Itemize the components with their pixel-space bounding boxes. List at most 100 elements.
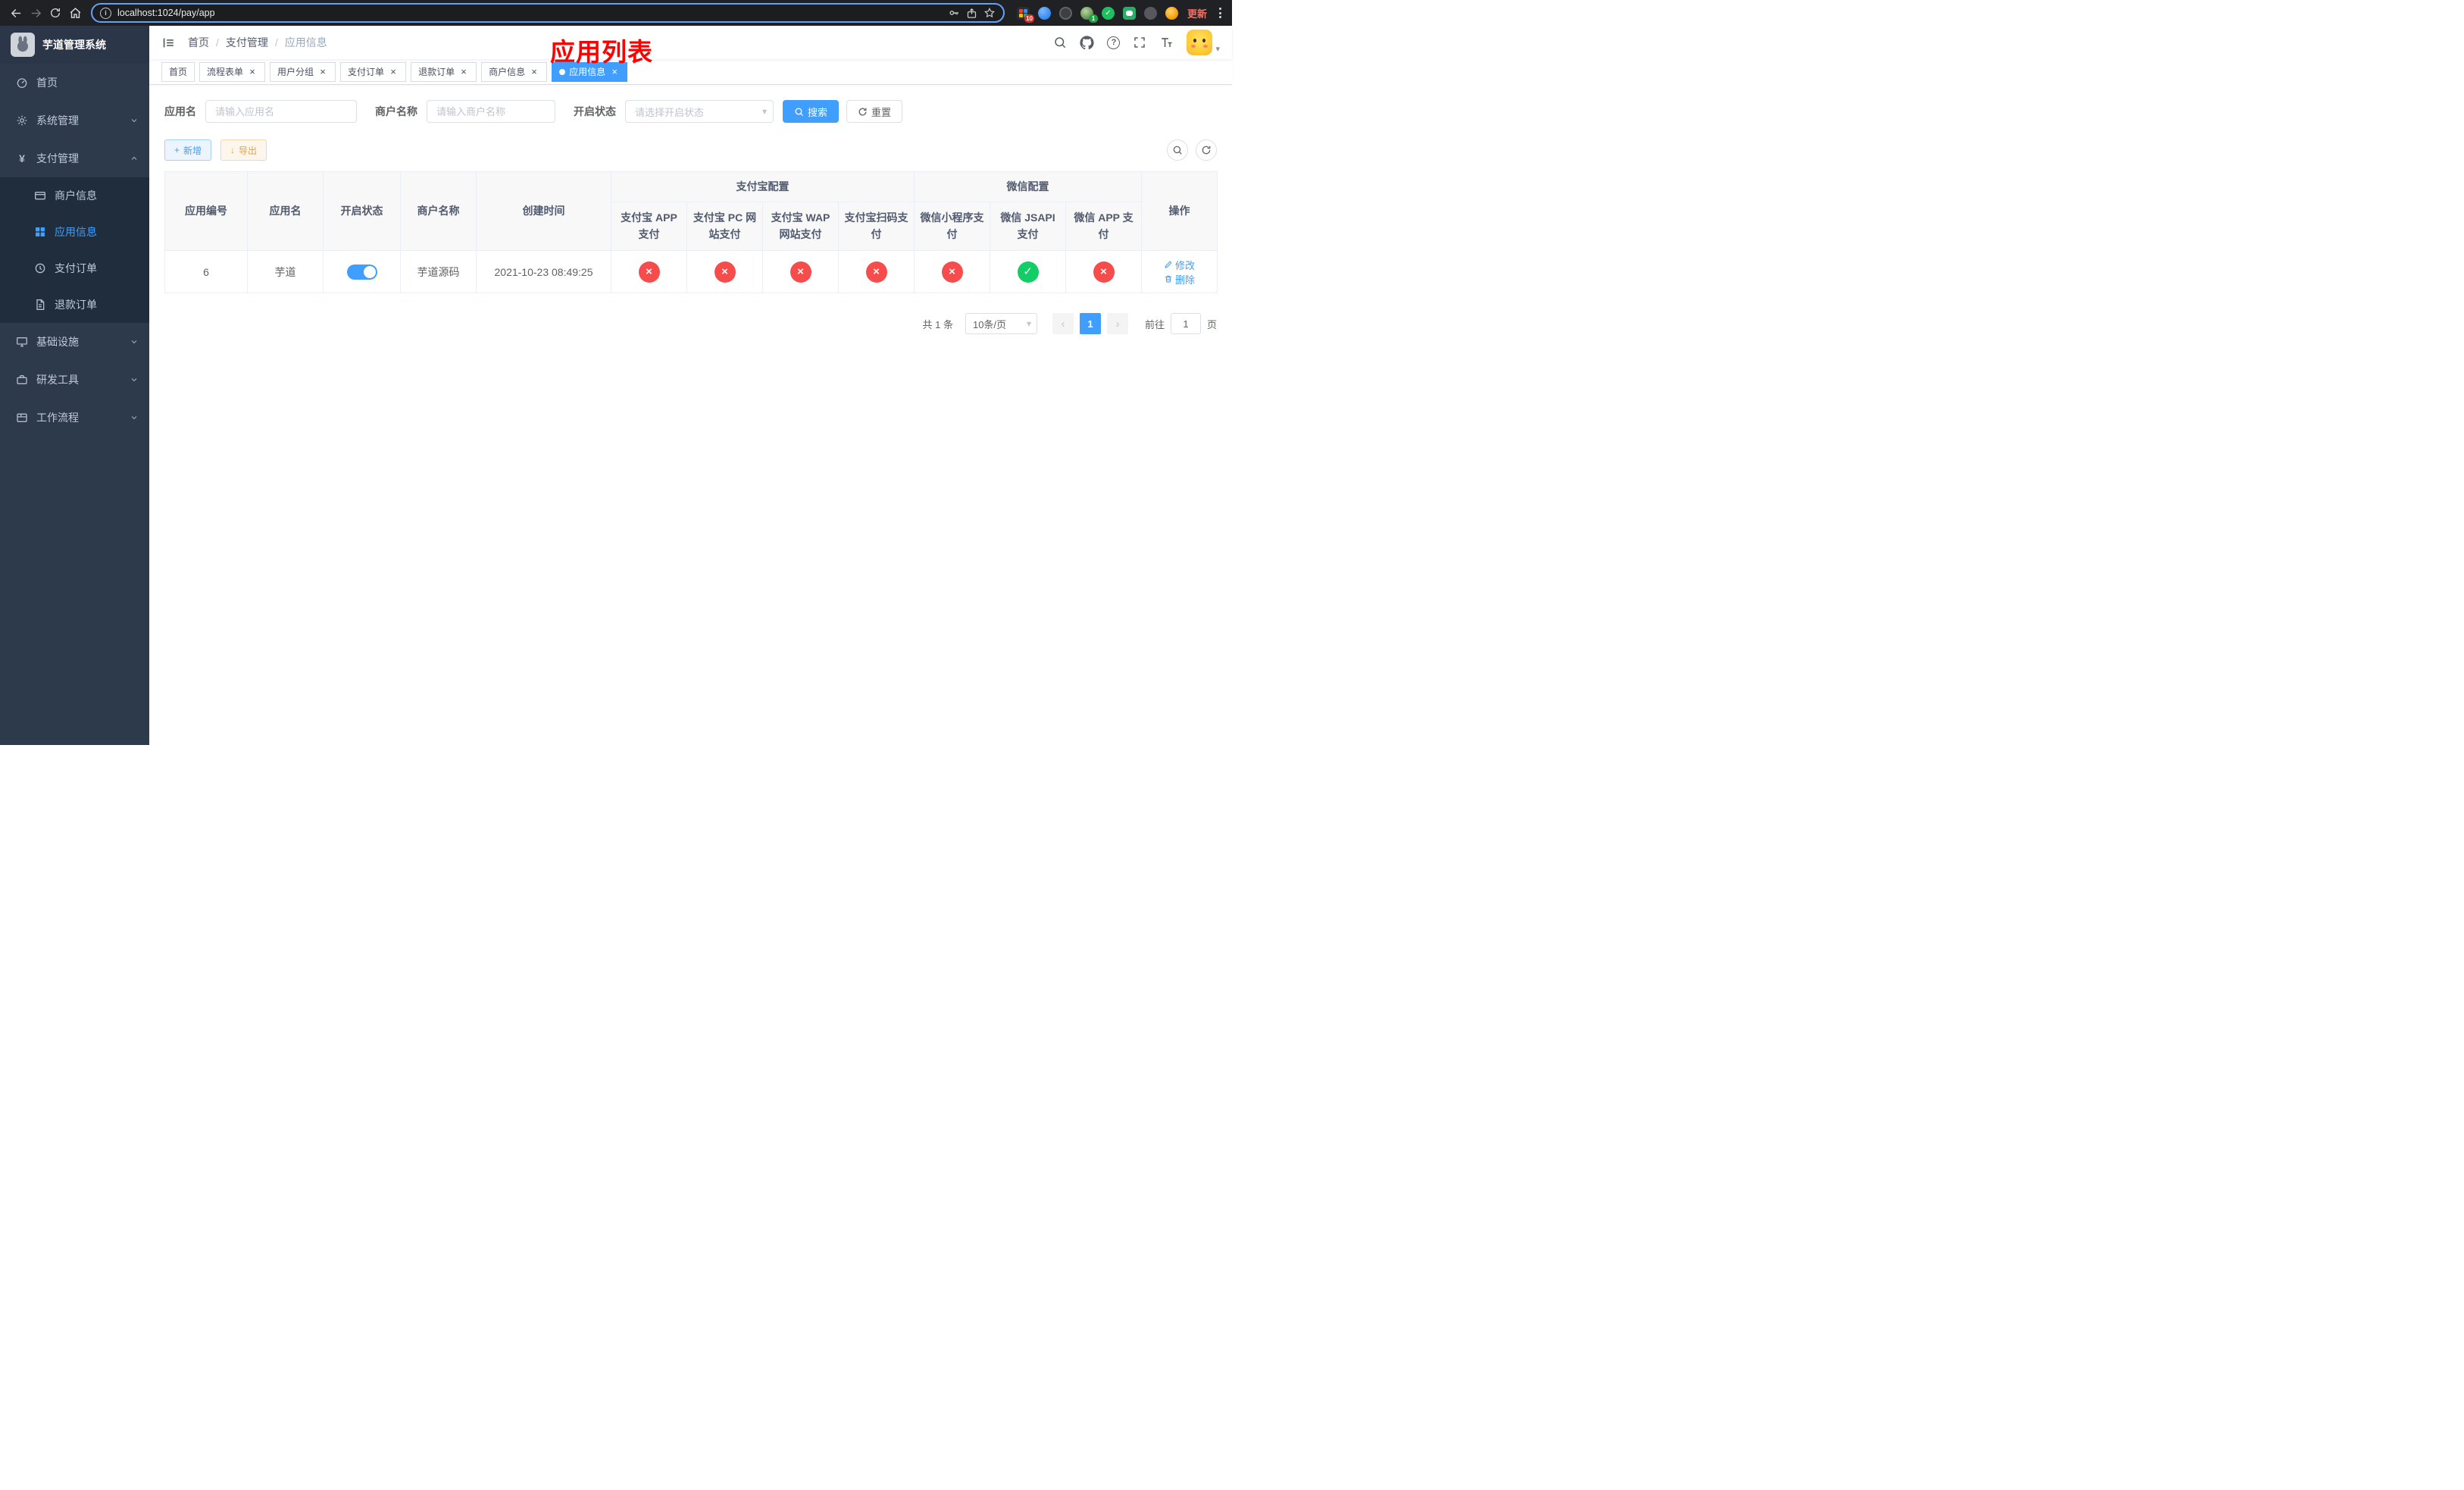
col-header-wx-lite: 微信小程序支付 bbox=[914, 202, 990, 251]
site-info-icon[interactable]: i bbox=[100, 7, 111, 19]
back-arrow-icon bbox=[11, 8, 20, 17]
tab-label: 应用信息 bbox=[569, 67, 606, 77]
github-icon[interactable] bbox=[1080, 35, 1095, 50]
app-name-label: 应用名 bbox=[164, 105, 196, 117]
cell-merchant: 芋道源码 bbox=[400, 250, 477, 293]
refresh-table-button[interactable] bbox=[1196, 139, 1217, 161]
sidebar-collapse-button[interactable] bbox=[161, 36, 176, 50]
download-icon: ↓ bbox=[230, 145, 236, 155]
app-table: 应用编号 应用名 开启状态 商户名称 创建时间 支付宝配置 微信配置 操作 支付… bbox=[164, 171, 1218, 293]
active-dot bbox=[559, 68, 566, 75]
status-select[interactable]: 请选择开启状态 ▾ bbox=[625, 100, 774, 123]
bookmark-star-icon[interactable] bbox=[983, 7, 996, 19]
font-size-icon[interactable] bbox=[1159, 36, 1174, 50]
close-icon[interactable]: × bbox=[458, 67, 469, 77]
breadcrumb-home[interactable]: 首页 bbox=[188, 35, 209, 50]
browser-forward-button[interactable] bbox=[26, 3, 45, 23]
browser-back-button[interactable] bbox=[6, 3, 26, 23]
sidebar-item-dev-tools[interactable]: 研发工具 bbox=[0, 361, 149, 399]
sidebar-item-merchant-info[interactable]: 商户信息 bbox=[0, 177, 149, 214]
alipay-wap-status-icon: × bbox=[790, 261, 811, 283]
page-number-button[interactable]: 1 bbox=[1079, 313, 1101, 334]
user-avatar[interactable]: ▾ bbox=[1187, 30, 1220, 55]
toggle-search-button[interactable] bbox=[1167, 139, 1188, 161]
tab-merchant-info[interactable]: 商户信息 × bbox=[481, 61, 548, 82]
browser-chrome: i localhost:1024/pay/app 10 1 ✓ 更新 bbox=[0, 0, 1232, 26]
wx-jsapi-status-icon: ✓ bbox=[1017, 261, 1039, 283]
sidebar-item-label: 商户信息 bbox=[55, 189, 97, 202]
close-icon[interactable]: × bbox=[247, 67, 258, 77]
extension-icon-chat[interactable] bbox=[1122, 6, 1136, 20]
tab-app-info[interactable]: 应用信息 × bbox=[552, 61, 628, 82]
browser-menu-icon[interactable] bbox=[1215, 5, 1226, 21]
tab-process-form[interactable]: 流程表单 × bbox=[199, 61, 266, 82]
goto-label: 前往 bbox=[1144, 318, 1165, 330]
browser-update-button[interactable]: 更新 bbox=[1187, 6, 1207, 20]
extension-badge-green: 1 bbox=[1088, 14, 1098, 23]
table-row: 6 芋道 芋道源码 2021-10-23 08:49:25 × × × × × … bbox=[164, 250, 1218, 293]
tab-refund-orders[interactable]: 退款订单 × bbox=[411, 61, 477, 82]
delete-label: 删除 bbox=[1174, 274, 1195, 286]
search-button[interactable]: 搜索 bbox=[783, 100, 840, 123]
sidebar-item-label: 首页 bbox=[36, 77, 58, 89]
prev-page-button[interactable]: ‹ bbox=[1052, 313, 1074, 334]
tab-user-group[interactable]: 用户分组 × bbox=[270, 61, 336, 82]
tab-pay-orders[interactable]: 支付订单 × bbox=[340, 61, 407, 82]
plus-icon: + bbox=[174, 145, 180, 155]
chevron-up-icon bbox=[130, 154, 139, 163]
status-toggle[interactable] bbox=[346, 264, 377, 280]
share-icon[interactable] bbox=[966, 8, 977, 19]
sidebar-item-pay-orders[interactable]: 支付订单 bbox=[0, 250, 149, 286]
app-name-input[interactable] bbox=[205, 100, 357, 123]
close-icon[interactable]: × bbox=[388, 67, 399, 77]
reset-button[interactable]: 重置 bbox=[846, 100, 903, 123]
extension-profile-icon[interactable]: 1 bbox=[1080, 6, 1098, 23]
merchant-name-input[interactable] bbox=[427, 100, 555, 123]
add-button-label: 新增 bbox=[183, 145, 202, 156]
sidebar-item-label: 工作流程 bbox=[36, 412, 79, 424]
sidebar-item-home[interactable]: 首页 bbox=[0, 64, 149, 102]
extensions-area: 10 1 ✓ bbox=[1016, 6, 1178, 23]
next-page-button[interactable]: › bbox=[1106, 313, 1128, 334]
browser-profile-avatar[interactable] bbox=[1165, 6, 1178, 20]
extension-icon-blue[interactable] bbox=[1037, 6, 1051, 20]
col-header-alipay-pc: 支付宝 PC 网站支付 bbox=[686, 202, 763, 251]
browser-refresh-button[interactable] bbox=[45, 3, 65, 23]
sidebar-item-app-info[interactable]: 应用信息 bbox=[0, 214, 149, 250]
sidebar-item-payment[interactable]: ¥ 支付管理 bbox=[0, 139, 149, 177]
goto-unit-label: 页 bbox=[1206, 318, 1217, 330]
search-button-label: 搜索 bbox=[808, 106, 828, 118]
extension-icon-apps[interactable]: 10 bbox=[1016, 6, 1034, 23]
delete-button[interactable]: 删除 bbox=[1164, 272, 1195, 286]
sidebar-item-label: 基础设施 bbox=[36, 336, 79, 348]
close-icon[interactable]: × bbox=[317, 67, 328, 77]
help-icon[interactable]: ? bbox=[1107, 36, 1121, 49]
avatar-image bbox=[1187, 30, 1213, 55]
close-icon[interactable]: × bbox=[529, 67, 539, 77]
password-key-icon[interactable] bbox=[948, 7, 960, 19]
extension-icon-dark[interactable] bbox=[1058, 6, 1072, 20]
yen-icon: ¥ bbox=[19, 152, 25, 164]
page-size-select[interactable]: 10条/页 ▾ bbox=[965, 313, 1037, 334]
goto-page-input[interactable] bbox=[1170, 313, 1201, 334]
sidebar-item-refund-orders[interactable]: 退款订单 bbox=[0, 286, 149, 323]
refresh-icon bbox=[1202, 146, 1211, 155]
add-button[interactable]: + 新增 bbox=[164, 139, 212, 161]
browser-home-button[interactable] bbox=[65, 3, 85, 23]
pencil-icon bbox=[1165, 261, 1172, 268]
sidebar-item-infrastructure[interactable]: 基础设施 bbox=[0, 323, 149, 361]
tab-home[interactable]: 首页 bbox=[161, 61, 195, 82]
close-icon[interactable]: × bbox=[609, 67, 620, 77]
forward-arrow-icon bbox=[31, 8, 41, 17]
fullscreen-icon[interactable] bbox=[1133, 36, 1146, 49]
sidebar-item-system[interactable]: 系统管理 bbox=[0, 102, 149, 139]
address-bar[interactable]: i localhost:1024/pay/app bbox=[91, 3, 1005, 23]
header-search-icon[interactable] bbox=[1053, 36, 1067, 49]
sidebar-item-workflow[interactable]: 工作流程 bbox=[0, 399, 149, 437]
export-button[interactable]: ↓ 导出 bbox=[220, 139, 267, 161]
extension-icon-gray[interactable] bbox=[1143, 6, 1157, 20]
extension-icon-check[interactable]: ✓ bbox=[1101, 6, 1115, 20]
tab-label: 退款订单 bbox=[418, 67, 455, 77]
edit-button[interactable]: 修改 bbox=[1164, 258, 1195, 272]
breadcrumb-payment[interactable]: 支付管理 bbox=[226, 35, 268, 50]
